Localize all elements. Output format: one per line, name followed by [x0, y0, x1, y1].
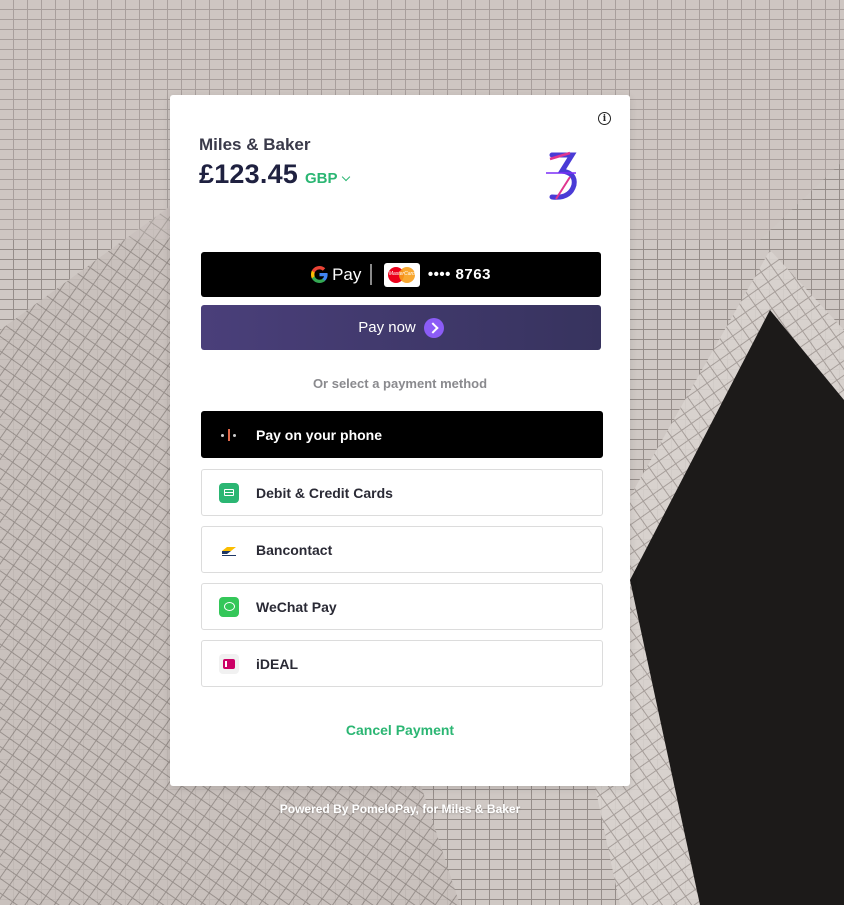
google-g-icon: [311, 266, 328, 283]
mastercard-icon: MasterCard: [383, 262, 420, 287]
google-pay-label: Pay: [332, 264, 362, 284]
pay-now-button[interactable]: Pay now: [201, 305, 601, 350]
payment-method-heading: Or select a payment method: [312, 376, 488, 391]
merchant-name: Miles & Baker: [199, 135, 311, 154]
card-brand-label: MasterCard: [388, 270, 415, 277]
payment-card: i Miles & Baker £123.45 GBP Pay MasterCa…: [170, 95, 630, 786]
method-label: Bancontact: [256, 541, 333, 558]
wechat-icon: [219, 596, 239, 617]
currency-selector[interactable]: GBP: [305, 170, 350, 187]
method-label: Debit & Credit Cards: [256, 484, 393, 501]
chevron-right-icon: [423, 317, 444, 338]
method-label: iDEAL: [256, 655, 298, 672]
bancontact-icon: [219, 540, 239, 560]
currency-code: GBP: [305, 170, 338, 187]
divider: [370, 264, 372, 285]
method-label: Pay on your phone: [256, 426, 383, 443]
method-debit-credit-cards[interactable]: Debit & Credit Cards: [201, 469, 603, 516]
method-ideal[interactable]: iDEAL: [201, 640, 603, 687]
phone-icon: [219, 425, 239, 445]
amount-row: £123.45 GBP: [199, 159, 350, 190]
google-pay-button[interactable]: Pay MasterCard •••• 8763: [201, 252, 601, 297]
powered-by-text: Powered By PomeloPay, for Miles & Baker: [279, 802, 521, 816]
card-icon: [219, 482, 239, 503]
masked-card-number: •••• 8763: [427, 266, 491, 283]
method-label: WeChat Pay: [256, 598, 337, 615]
method-pay-on-phone[interactable]: Pay on your phone: [201, 411, 603, 458]
method-bancontact[interactable]: Bancontact: [201, 526, 603, 573]
info-icon[interactable]: i: [598, 112, 611, 125]
ideal-icon: [219, 653, 239, 674]
cancel-payment-link[interactable]: Cancel Payment: [170, 722, 630, 738]
method-wechat-pay[interactable]: WeChat Pay: [201, 583, 603, 630]
pay-now-label: Pay now: [358, 319, 416, 336]
payment-amount: £123.45: [199, 159, 298, 189]
chevron-down-icon: [341, 172, 350, 181]
merchant-logo-icon: [540, 151, 582, 203]
